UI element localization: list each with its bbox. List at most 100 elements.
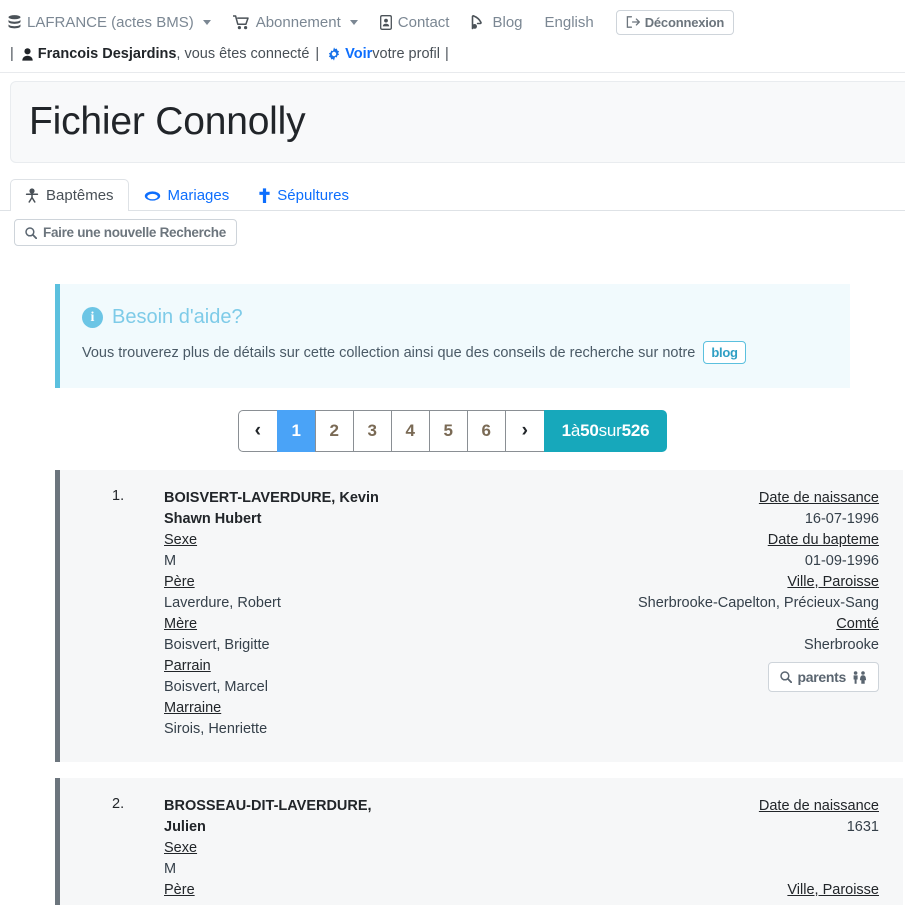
record-left-column: BROSSEAU-DIT-LAVERDURE, Julien Sexe M Pè… [164, 796, 464, 905]
page-title-panel: Fichier Connolly [10, 81, 905, 163]
record-card[interactable]: 1. BOISVERT-LAVERDURE, Kevin Shawn Huber… [55, 470, 903, 762]
record-name-line-2: Shawn Hubert [164, 511, 262, 527]
top-navbar: LAFRANCE (actes BMS) Abonnement Contact … [0, 0, 905, 42]
separator-pipe-right: | [445, 46, 449, 62]
nav-item-lafrance-label: LAFRANCE (actes BMS) [27, 13, 194, 31]
view-profile-link[interactable]: Voir [345, 46, 372, 62]
record-index: 1. [112, 488, 125, 504]
record-name-line-1: BROSSEAU-DIT-LAVERDURE, [164, 798, 372, 814]
summary-to: 50 [580, 421, 599, 440]
record-field-label-comte: Comté [836, 616, 879, 632]
nav-item-abonnement-label: Abonnement [255, 13, 341, 31]
search-icon [779, 671, 792, 683]
tab-mariages-label: Mariages [167, 187, 230, 204]
pagination-result-summary: 1 à 50 sur 526 [543, 410, 668, 452]
pagination-page-6[interactable]: 6 [466, 410, 505, 452]
record-name-line-2: Julien [164, 819, 206, 835]
help-alert-wrapper: i Besoin d'aide? Vous trouverez plus de … [0, 246, 905, 388]
pagination-page-4[interactable]: 4 [390, 410, 429, 452]
nav-item-english[interactable]: English [545, 14, 594, 31]
record-columns: BROSSEAU-DIT-LAVERDURE, Julien Sexe M Pè… [164, 796, 879, 905]
pagination-next-button[interactable]: › [504, 410, 544, 452]
nav-item-abonnement[interactable]: Abonnement [232, 13, 358, 31]
pagination-page-1[interactable]: 1 [276, 410, 315, 452]
pagination-page-3[interactable]: 3 [352, 410, 391, 452]
tab-mariages[interactable]: Mariages [129, 179, 245, 211]
record-columns: BOISVERT-LAVERDURE, Kevin Shawn Hubert S… [164, 488, 879, 740]
blog-rss-icon [471, 14, 486, 30]
summary-from: 1 [561, 421, 571, 440]
help-alert-text: Vous trouverez plus de détails sur cette… [82, 344, 696, 361]
record-field-value-date-bapteme: 01-09-1996 [804, 553, 879, 569]
pagination-prev-button[interactable]: ‹ [237, 410, 277, 452]
tab-baptemes[interactable]: Baptêmes [10, 179, 129, 211]
gear-icon[interactable] [327, 47, 341, 61]
blog-button[interactable]: blog [703, 341, 746, 364]
nav-item-lafrance[interactable]: LAFRANCE (actes BMS) [8, 14, 211, 31]
record-type-tabs: Baptêmes Mariages Sépultures [0, 175, 905, 211]
record-field-empty-row-1 [464, 838, 879, 859]
help-alert-body: Vous trouverez plus de détails sur cette… [82, 341, 826, 364]
profile-text: votre profil [372, 46, 440, 62]
record-field-label-parrain: Parrain [164, 658, 211, 674]
chevron-down-icon [349, 19, 358, 25]
username-label: Francois Desjardins [37, 46, 177, 62]
record-field-value-date-naissance: 16-07-1996 [804, 511, 879, 527]
logout-button[interactable]: Déconnexion [615, 9, 735, 35]
record-field-value-parrain: Boisvert, Marcel [164, 679, 268, 695]
new-search-button[interactable]: Faire une nouvelle Recherche [14, 219, 237, 246]
record-field-value-marraine: Sirois, Henriette [164, 721, 268, 737]
separator-pipe-mid: | [315, 46, 320, 62]
pagination: ‹ 1 2 3 4 5 6 › 1 à 50 sur 526 [237, 410, 668, 452]
pagination-page-2[interactable]: 2 [314, 410, 353, 452]
parents-button-label: parents [797, 669, 847, 685]
record-field-value-sexe: M [164, 553, 177, 569]
id-card-icon [379, 14, 392, 30]
record-field-label-ville-paroisse: Ville, Paroisse [787, 882, 879, 898]
record-field-value-pere: Laverdure, Robert [164, 595, 281, 611]
parents-button-wrapper: parents [464, 656, 879, 692]
nav-item-english-label: English [544, 13, 594, 31]
chevron-down-icon [202, 19, 211, 25]
header-divider [0, 72, 905, 73]
male-female-icon [852, 670, 867, 684]
record-card[interactable]: 2. BROSSEAU-DIT-LAVERDURE, Julien Sexe M… [55, 778, 903, 905]
pagination-page-5[interactable]: 5 [428, 410, 467, 452]
user-status-bar: | Francois Desjardins , vous êtes connec… [0, 42, 905, 72]
record-right-column: Date de naissance 1631 Ville, Paroisse B… [464, 796, 879, 905]
sign-out-icon [626, 16, 640, 28]
record-field-label-pere: Père [164, 882, 195, 898]
search-icon [25, 226, 37, 239]
nav-item-contact-label: Contact [397, 13, 450, 31]
tab-sepultures[interactable]: Sépultures [244, 179, 364, 211]
record-field-label-marraine: Marraine [164, 700, 222, 716]
user-icon [22, 47, 33, 61]
connected-text: , vous êtes connecté [176, 46, 310, 62]
summary-sep-sur: sur [598, 421, 622, 440]
record-field-label-date-bapteme: Date du bapteme [767, 532, 879, 548]
record-field-value-date-naissance: 1631 [846, 819, 879, 835]
baby-icon [25, 188, 39, 203]
tab-baptemes-label: Baptêmes [46, 187, 114, 204]
record-field-label-sexe: Sexe [164, 532, 198, 548]
nav-item-blog-label: Blog [492, 13, 523, 31]
toolbar: Faire une nouvelle Recherche [0, 211, 905, 246]
record-field-label-pere: Père [164, 574, 195, 590]
record-field-value-mere: Boisvert, Brigitte [164, 637, 270, 653]
record-field-value-ville-paroisse: Bretagne, Nantes [464, 901, 879, 905]
nav-item-contact[interactable]: Contact [379, 13, 450, 31]
record-field-value-comte: Sherbrooke [804, 637, 879, 653]
pagination-wrapper: ‹ 1 2 3 4 5 6 › 1 à 50 sur 526 [0, 388, 905, 452]
record-field-label-date-naissance: Date de naissance [758, 490, 879, 506]
summary-total: 526 [621, 421, 650, 440]
record-field-label-ville-paroisse: Ville, Paroisse [787, 574, 879, 590]
record-index: 2. [112, 796, 125, 812]
nav-item-blog[interactable]: Blog [471, 13, 523, 31]
info-circle-icon: i [82, 307, 103, 328]
record-field-label-mere: Mère [164, 616, 198, 632]
summary-sep-a: à [570, 421, 581, 440]
cart-icon [232, 14, 250, 30]
cross-icon [259, 188, 270, 203]
record-left-column: BOISVERT-LAVERDURE, Kevin Shawn Hubert S… [164, 488, 464, 740]
parents-button[interactable]: parents [767, 662, 879, 692]
